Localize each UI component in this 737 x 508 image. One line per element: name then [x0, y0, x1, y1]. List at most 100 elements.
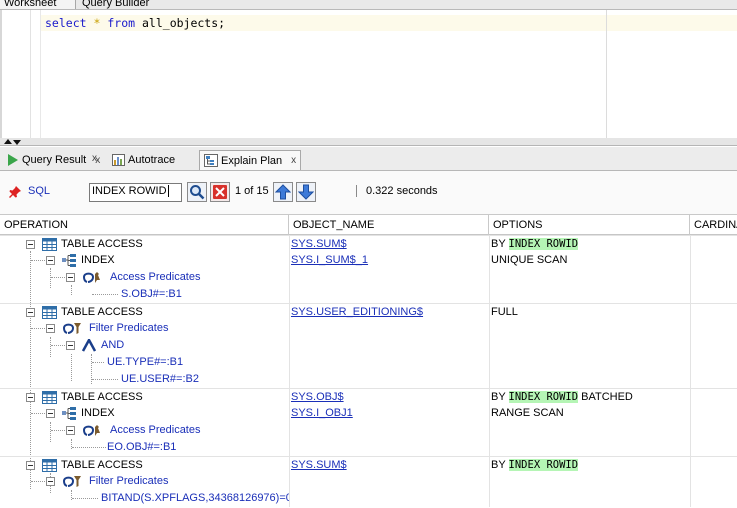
arrow-up-icon — [275, 184, 291, 200]
column-header-options[interactable]: OPTIONS — [489, 215, 690, 235]
collapse-toggle[interactable] — [66, 426, 75, 435]
collapse-toggle[interactable] — [66, 341, 75, 350]
plan-row[interactable]: TABLE ACCESS SYS.USER_EDITIONING$ FULL — [0, 303, 737, 321]
tree-connector — [51, 345, 65, 346]
options-cell — [489, 269, 690, 286]
collapse-toggle[interactable] — [26, 461, 35, 470]
cardinality-cell — [690, 236, 737, 253]
tab-worksheet[interactable]: Worksheet — [0, 0, 76, 9]
close-icon[interactable]: x — [92, 153, 97, 164]
tab-autotrace-label: Autotrace — [128, 154, 176, 166]
tree-connector — [92, 294, 118, 295]
find-button[interactable] — [187, 182, 207, 202]
plan-row[interactable]: Access Predicates — [0, 269, 737, 286]
plan-row[interactable]: Filter Predicates — [0, 473, 737, 490]
object-link[interactable]: SYS.USER_EDITIONING$ — [291, 306, 423, 318]
plan-row[interactable]: INDEX SYS.I_SUM$_1 UNIQUE SCAN — [0, 252, 737, 269]
object-link[interactable]: SYS.I_OBJ1 — [291, 407, 353, 419]
plan-row[interactable]: Filter Predicates — [0, 320, 737, 337]
object-link[interactable]: SYS.I_SUM$_1 — [291, 254, 368, 266]
sql-link[interactable]: SQL — [28, 185, 50, 197]
sql-code-line[interactable]: select * from all_objects; — [45, 16, 225, 30]
close-icon[interactable]: x — [291, 155, 296, 166]
explain-plan-grid[interactable]: OPERATION OBJECT_NAME OPTIONS CARDINA TA… — [0, 215, 737, 508]
predicate-label: Filter Predicates — [89, 475, 169, 487]
cardinality-cell — [690, 371, 737, 388]
plan-row[interactable]: Access Predicates — [0, 422, 737, 439]
plan-row[interactable]: S.OBJ#=:B1 — [0, 286, 737, 303]
collapse-toggle[interactable] — [26, 393, 35, 402]
pane-splitter[interactable] — [0, 138, 737, 146]
options-cell — [489, 354, 690, 371]
collapse-down-icon[interactable] — [13, 140, 21, 145]
search-highlight: INDEX ROWID — [508, 459, 579, 471]
plan-row[interactable]: BITAND(S.XPFLAGS,34368126976)=0 — [0, 490, 737, 507]
object-cell — [289, 490, 489, 507]
tree-connector — [92, 362, 104, 363]
tab-query-builder[interactable]: Query Builder — [78, 0, 153, 9]
tab-explain-plan[interactable]: Explain Plan x — [199, 150, 302, 170]
collapse-toggle[interactable] — [26, 240, 35, 249]
plan-row[interactable]: EO.OBJ#=:B1 — [0, 439, 737, 456]
object-link[interactable]: SYS.SUM$ — [291, 459, 347, 471]
options-text: FULL — [491, 306, 518, 318]
collapse-up-icon[interactable] — [4, 139, 12, 144]
filter-predicate-icon — [63, 323, 81, 334]
object-link[interactable]: SYS.OBJ$ — [291, 391, 344, 403]
tab-query-result[interactable]: Query Result x — [4, 150, 104, 170]
plan-row[interactable]: TABLE ACCESS SYS.SUM$ BY INDEX ROWID — [0, 235, 737, 253]
sql-keyword: select — [45, 16, 87, 30]
column-header-operation[interactable]: OPERATION — [0, 215, 289, 235]
editor-gutter — [30, 10, 31, 138]
plan-row[interactable]: UE.USER#=:B2 — [0, 371, 737, 388]
plan-row[interactable]: INDEX SYS.I_OBJ1 RANGE SCAN — [0, 405, 737, 422]
object-cell — [289, 439, 489, 456]
result-tab-strip: Query Result x Autotrace Explain Plan x … — [0, 147, 737, 171]
collapse-toggle[interactable] — [46, 477, 55, 486]
plan-row[interactable]: TABLE ACCESS SYS.SUM$ BY INDEX ROWID — [0, 456, 737, 474]
pin-icon[interactable] — [8, 185, 22, 199]
options-cell — [489, 439, 690, 456]
tree-connector — [51, 277, 65, 278]
plan-row[interactable]: TABLE ACCESS SYS.OBJ$ BY INDEX ROWID BAT… — [0, 388, 737, 406]
collapse-toggle[interactable] — [26, 308, 35, 317]
cardinality-cell — [690, 389, 737, 406]
operation-label: TABLE ACCESS — [61, 238, 143, 250]
operation-label: TABLE ACCESS — [61, 306, 143, 318]
collapse-toggle[interactable] — [66, 273, 75, 282]
options-text: BY — [491, 391, 509, 403]
table-icon — [42, 391, 57, 404]
cardinality-cell — [690, 304, 737, 321]
previous-match-button[interactable] — [273, 182, 293, 202]
cardinality-cell — [690, 320, 737, 337]
search-highlight: INDEX ROWID — [508, 238, 579, 250]
sql-editor[interactable]: select * from all_objects; — [0, 10, 737, 138]
search-input[interactable]: INDEX ROWID — [89, 183, 182, 202]
collapse-toggle[interactable] — [46, 409, 55, 418]
predicate-label: Access Predicates — [110, 424, 201, 436]
options-cell — [489, 320, 690, 337]
cardinality-cell — [690, 473, 737, 490]
operation-label: TABLE ACCESS — [61, 391, 143, 403]
plan-row[interactable]: UE.TYPE#=:B1 — [0, 354, 737, 371]
tab-autotrace[interactable]: Autotrace — [108, 150, 179, 170]
column-header-object-name[interactable]: OBJECT_NAME — [289, 215, 489, 235]
grid-header: OPERATION OBJECT_NAME OPTIONS CARDINA — [0, 215, 737, 235]
cardinality-cell — [690, 422, 737, 439]
plan-row[interactable]: AND — [0, 337, 737, 354]
collapse-toggle[interactable] — [46, 324, 55, 333]
next-match-button[interactable] — [296, 182, 316, 202]
options-cell — [489, 371, 690, 388]
options-cell — [489, 337, 690, 354]
collapse-toggle[interactable] — [46, 256, 55, 265]
toolbar-divider — [356, 185, 357, 197]
access-predicate-icon — [83, 272, 100, 283]
operation-label: INDEX — [81, 254, 115, 266]
options-cell — [489, 422, 690, 439]
column-header-cardinality[interactable]: CARDINA — [690, 215, 737, 235]
clear-search-button[interactable] — [210, 182, 230, 202]
sql-object-name: all_objects; — [142, 16, 226, 30]
predicate-expression: UE.USER#=:B2 — [121, 373, 199, 385]
object-link[interactable]: SYS.SUM$ — [291, 238, 347, 250]
clear-x-icon — [213, 185, 227, 199]
